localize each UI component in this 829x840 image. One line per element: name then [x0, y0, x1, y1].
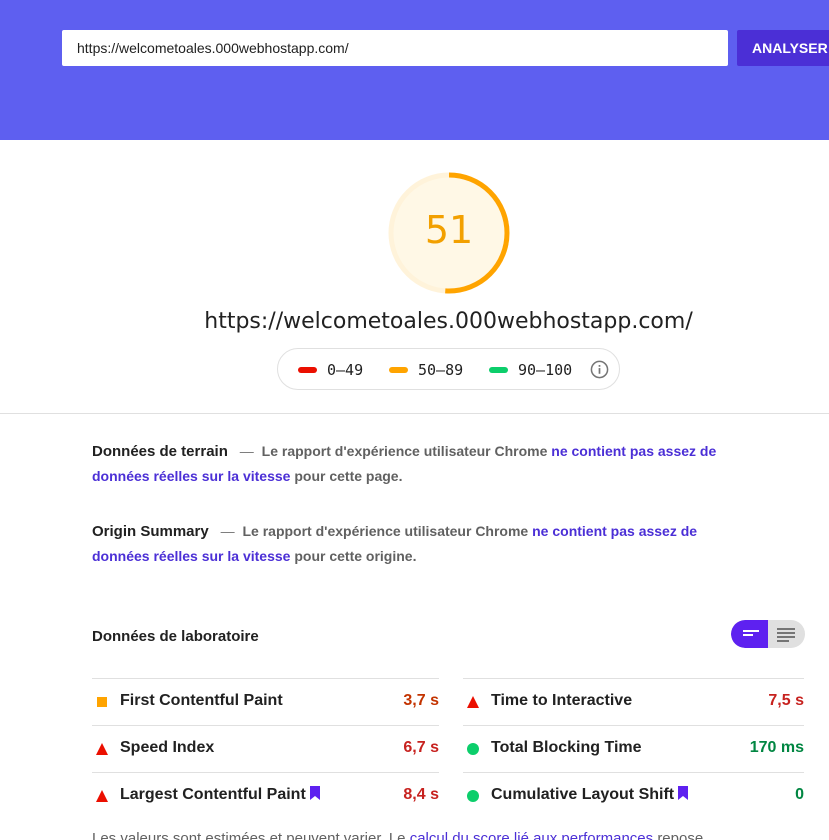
metric-row: Largest Contentful Paint 8,4 s	[92, 772, 439, 819]
legend-item-pass: 90–100	[489, 361, 572, 379]
legend-label: 0–49	[327, 361, 364, 379]
performance-score: 51	[424, 208, 474, 252]
metric-name-text: Cumulative Layout Shift	[491, 786, 675, 803]
legend-item-fail: 0–49	[298, 361, 363, 379]
footer-text-end: repose	[657, 830, 704, 840]
field-data-section: Données de terrain — Le rapport d'expéri…	[92, 439, 752, 488]
triangle-icon	[467, 696, 479, 708]
metric-row: Cumulative Layout Shift 0	[463, 772, 804, 819]
field-data-description: Le rapport d'expérience utilisateur Chro…	[261, 443, 548, 459]
metric-value: 0	[795, 786, 804, 803]
metric-value: 8,4 s	[403, 786, 439, 803]
field-data-description-end: pour cette page.	[294, 468, 403, 484]
metric-value: 6,7 s	[403, 739, 439, 756]
metric-name: Largest Contentful Paint	[120, 786, 320, 804]
section-divider	[0, 413, 829, 414]
metric-row: Speed Index 6,7 s	[92, 725, 439, 772]
metric-row: Time to Interactive 7,5 s	[463, 678, 804, 725]
metric-row: First Contentful Paint 3,7 s	[92, 678, 439, 725]
legend-pass-marker	[489, 367, 508, 373]
legend-item-average: 50–89	[389, 361, 463, 379]
metric-value: 3,7 s	[403, 692, 439, 709]
lab-data-title: Données de laboratoire	[92, 628, 259, 645]
compact-view-button[interactable]	[731, 620, 768, 648]
detailed-view-icon	[777, 628, 795, 642]
info-icon[interactable]	[590, 360, 609, 379]
metric-name: First Contentful Paint	[120, 692, 283, 709]
legend-label: 90–100	[518, 361, 573, 379]
square-icon	[97, 697, 107, 707]
triangle-icon	[96, 743, 108, 755]
bookmark-icon	[678, 786, 689, 800]
circle-icon	[467, 743, 479, 755]
metric-name: Time to Interactive	[491, 692, 633, 709]
footer-note: Les valeurs sont estimées et peuvent var…	[92, 830, 703, 840]
bookmark-icon	[309, 786, 320, 800]
metric-name-text: Largest Contentful Paint	[120, 786, 306, 803]
legend-label: 50–89	[418, 361, 464, 379]
compact-view-icon	[743, 630, 759, 636]
metric-value: 7,5 s	[768, 692, 804, 709]
header-bar: ANALYSER	[0, 0, 829, 140]
separator-dash: —	[239, 443, 254, 459]
metric-name: Speed Index	[120, 739, 215, 756]
legend-average-marker	[389, 367, 408, 373]
circle-icon	[467, 790, 479, 802]
metric-value: 170 ms	[749, 739, 804, 756]
tested-url: https://welcometoales.000webhostapp.com/	[204, 309, 693, 334]
legend-fail-marker	[298, 367, 317, 373]
score-legend: 0–49 50–89 90–100	[277, 348, 620, 390]
detailed-view-button[interactable]	[768, 620, 805, 648]
view-toggle[interactable]	[731, 620, 805, 648]
origin-summary-section: Origin Summary — Le rapport d'expérience…	[92, 519, 752, 568]
metric-name: Cumulative Layout Shift	[491, 786, 689, 804]
footer-text: Les valeurs sont estimées et peuvent var…	[92, 830, 406, 840]
separator-dash: —	[220, 523, 235, 539]
score-calculation-link[interactable]: calcul du score lié aux performances	[410, 830, 653, 840]
origin-summary-description-end: pour cette origine.	[294, 548, 417, 564]
metric-row: Total Blocking Time 170 ms	[463, 725, 804, 772]
origin-summary-description: Le rapport d'expérience utilisateur Chro…	[242, 523, 529, 539]
field-data-title: Données de terrain	[92, 443, 228, 460]
origin-summary-title: Origin Summary	[92, 523, 209, 540]
analyze-button[interactable]: ANALYSER	[737, 30, 829, 66]
url-input[interactable]	[62, 30, 728, 66]
triangle-icon	[96, 790, 108, 802]
metric-name: Total Blocking Time	[491, 739, 642, 756]
